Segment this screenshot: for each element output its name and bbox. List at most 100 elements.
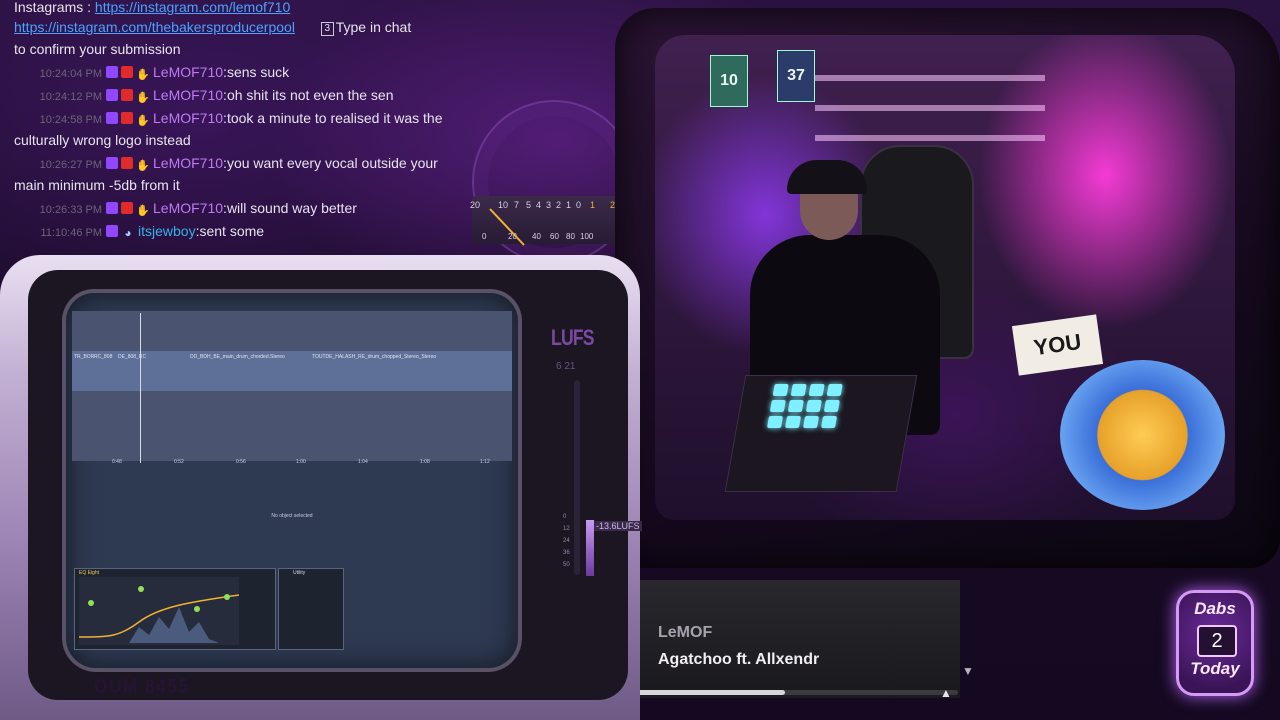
command-badge: 3 bbox=[320, 22, 334, 36]
vu-tick-bottom: 80 bbox=[566, 232, 575, 241]
vu-tick: 0 bbox=[576, 200, 582, 210]
chat-timestamp: 10:24:58 PM bbox=[39, 114, 102, 126]
clip-label: RC_808 bbox=[94, 354, 113, 360]
now-playing-progress-fill bbox=[632, 690, 786, 695]
lufs-scale-tick: 50 bbox=[563, 562, 570, 568]
chat-username[interactable]: LeMOF710 bbox=[153, 64, 223, 80]
ruler-tick: 0:52 bbox=[174, 459, 184, 465]
vu-tick-bottom: 60 bbox=[550, 232, 559, 241]
drum-pad bbox=[766, 416, 784, 428]
shelf bbox=[815, 105, 1045, 111]
drum-pad bbox=[769, 400, 786, 412]
drum-pad bbox=[787, 400, 804, 412]
twitch-badge-icon bbox=[106, 202, 118, 214]
chat-instagram-line-1: Instagrams : https://instagram.com/lemof… bbox=[14, 0, 290, 16]
drum-pad bbox=[820, 416, 838, 428]
lufs-scale-tick: 12 bbox=[563, 526, 570, 532]
chat-line-text: culturally wrong logo instead bbox=[14, 132, 191, 148]
chat-text: took a minute to realised it was the bbox=[226, 110, 443, 126]
chat-username[interactable]: itsjewboy bbox=[138, 223, 196, 239]
eq-curve-display[interactable] bbox=[79, 577, 239, 645]
drum-pad bbox=[826, 384, 843, 396]
vip-badge-icon bbox=[121, 112, 133, 124]
now-playing-track: Agatchoo ft. Allxendr bbox=[658, 651, 820, 668]
twitch-badge-icon bbox=[106, 157, 118, 169]
chat-username[interactable]: LeMOF710 bbox=[153, 110, 223, 126]
chat-text: sens suck bbox=[226, 64, 290, 80]
vu-tick: 20 bbox=[470, 200, 481, 210]
clip-label: TR_BOR bbox=[74, 354, 95, 360]
vu-tick-bottom: 100 bbox=[580, 232, 594, 241]
wall-jersey: 37 bbox=[777, 50, 815, 102]
monitor-model-label: OUM 8455 bbox=[94, 676, 190, 698]
lufs-scale-tick: 0 bbox=[563, 514, 567, 520]
now-playing-progress[interactable] bbox=[632, 690, 958, 695]
ruler-tick: 1:12 bbox=[480, 459, 490, 465]
chat-message: 10:26:33 PM ✋ LeMOF710:will sound way bett… bbox=[14, 199, 357, 219]
no-object-message: No object selected bbox=[271, 513, 313, 519]
instagram-link-lemof[interactable]: https://instagram.com/lemof710 bbox=[95, 0, 290, 15]
lufs-top-values: 6 21 bbox=[556, 361, 576, 372]
chevron-down-icon[interactable]: ▼ bbox=[962, 664, 974, 678]
eq-device-title: EQ Eight bbox=[79, 570, 100, 576]
clip-label: DE_808_RC bbox=[118, 354, 147, 360]
dabs-today-counter: Dabs 2 Today bbox=[1176, 590, 1254, 696]
drum-pad bbox=[784, 416, 802, 428]
chat-username[interactable]: LeMOF710 bbox=[153, 200, 223, 216]
drum-pad bbox=[823, 400, 840, 412]
vu-tick: 1 bbox=[566, 200, 572, 210]
ruler-tick: 1:04 bbox=[358, 459, 368, 465]
twitch-badge-icon bbox=[106, 66, 118, 78]
turntable bbox=[1060, 360, 1225, 510]
chat-message: 10:24:58 PM ✋ LeMOF710:took a minute to re… bbox=[14, 109, 443, 129]
ruler-tick: 1:00 bbox=[296, 459, 306, 465]
vip-badge-icon bbox=[121, 202, 133, 214]
vip-badge-icon bbox=[121, 66, 133, 78]
chat-message: 10:26:27 PM ✋ LeMOF710:you want every voca… bbox=[14, 154, 438, 174]
vu-tick: 3 bbox=[546, 200, 552, 210]
instagram-link-bakers[interactable]: https://instagram.com/thebakersproducerp… bbox=[14, 19, 295, 35]
lufs-level-bar bbox=[586, 520, 594, 576]
chat-message: 10:24:12 PM ✋ LeMOF710:oh shit its not eve… bbox=[14, 86, 394, 106]
arrangement-view bbox=[72, 311, 512, 461]
chat-instagram-line-2: https://instagram.com/thebakersproducerp… bbox=[14, 18, 411, 36]
lufs-label: LUFS bbox=[551, 325, 595, 350]
drum-pad bbox=[808, 384, 825, 396]
streamer-cap bbox=[787, 160, 867, 194]
hand-badge-icon: ✋ bbox=[136, 92, 150, 104]
lufs-readout: -13.6LUFS bbox=[594, 521, 642, 531]
ruler-tick: 1:08 bbox=[420, 459, 430, 465]
chat-timestamp: 10:26:27 PM bbox=[39, 159, 102, 171]
vip-badge-icon bbox=[121, 157, 133, 169]
clip-label: TOUTDE_HALASH_RE_drum_chopped_Stereo_Ste… bbox=[312, 354, 437, 360]
chat-username[interactable]: LeMOF710 bbox=[153, 87, 223, 103]
twitch-badge-icon bbox=[106, 225, 118, 237]
vu-tick-hot: 1 bbox=[590, 200, 596, 210]
wall-jersey: 10 bbox=[710, 55, 748, 107]
wall-sign: YOU bbox=[1011, 314, 1104, 376]
twitch-badge-icon bbox=[106, 112, 118, 124]
dabs-today-label: Today bbox=[1190, 659, 1240, 678]
chat-username[interactable]: LeMOF710 bbox=[153, 155, 223, 171]
chat-overlay: Instagrams : https://instagram.com/lemof… bbox=[0, 0, 470, 250]
clip-label: DD_BDH_BE_main_drum_chorded.Stereo bbox=[190, 354, 285, 360]
chat-message: 10:24:04 PM ✋ LeMOF710:sens suck bbox=[14, 63, 290, 83]
daw-screen: TR_BOR RC_808 DE_808_RC DD_BDH_BE_main_d… bbox=[66, 293, 518, 668]
chat-timestamp: 10:24:04 PM bbox=[39, 68, 102, 80]
chat-line-text: to confirm your submission bbox=[14, 41, 181, 57]
lufs-scale-tick: 36 bbox=[563, 550, 570, 556]
dabs-label: Dabs bbox=[1194, 599, 1236, 618]
ruler-tick: 0:56 bbox=[236, 459, 246, 465]
utility-device[interactable]: Utility bbox=[278, 568, 344, 650]
now-playing-artist: LeMOF bbox=[658, 624, 713, 641]
shelf bbox=[815, 75, 1045, 81]
lufs-meter-slot bbox=[574, 380, 580, 575]
chat-timestamp: 11:10:46 PM bbox=[40, 227, 102, 239]
chat-timestamp: 10:24:12 PM bbox=[39, 91, 102, 103]
shelf bbox=[815, 135, 1045, 141]
eq-eight-device[interactable]: EQ Eight bbox=[74, 568, 276, 650]
twitch-badge-icon bbox=[106, 89, 118, 101]
playhead[interactable] bbox=[140, 313, 141, 463]
mouse-cursor-icon: ▲ bbox=[940, 686, 952, 700]
chat-text: sent some bbox=[199, 223, 265, 239]
